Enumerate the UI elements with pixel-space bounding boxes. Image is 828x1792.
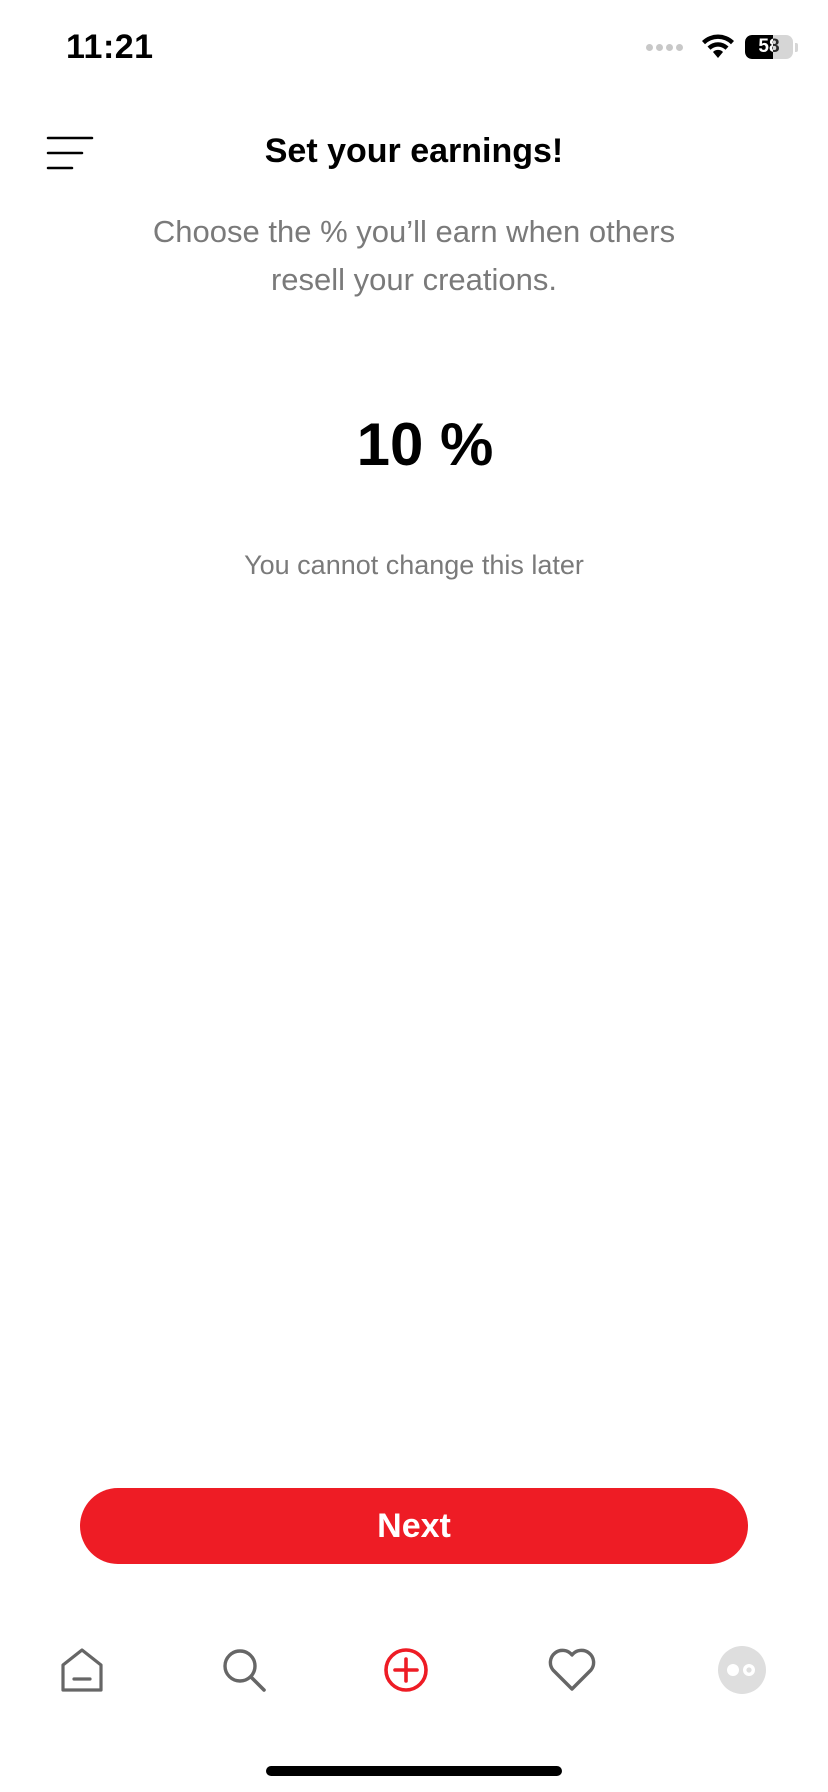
tab-profile[interactable] [716, 1644, 768, 1696]
subtitle: Choose the % you’ll earn when others res… [152, 214, 676, 297]
page-title: Set your earnings! [264, 132, 564, 170]
tab-create[interactable] [380, 1644, 432, 1696]
battery-icon: 58 [745, 35, 793, 59]
heart-icon [548, 1648, 596, 1691]
profile-avatar-icon [718, 1646, 766, 1694]
cannot-change-note: You cannot change this later [244, 550, 584, 580]
battery-cap [795, 42, 798, 52]
status-time: 11:21 [66, 28, 154, 66]
search-icon [223, 1649, 266, 1692]
add-circle-icon [384, 1648, 428, 1692]
cellular-signal-icon [646, 43, 683, 51]
status-icons: 58 [646, 34, 798, 60]
home-icon [61, 1648, 103, 1692]
tab-search[interactable] [218, 1644, 270, 1696]
battery-percent: 58 [758, 36, 780, 57]
tab-home[interactable] [56, 1644, 108, 1696]
wifi-icon [702, 34, 734, 58]
tab-favorites[interactable] [546, 1644, 598, 1696]
next-button[interactable]: Next [80, 1488, 748, 1564]
home-indicator [266, 1766, 562, 1776]
earnings-percent-value[interactable]: 10 % [0, 410, 828, 479]
